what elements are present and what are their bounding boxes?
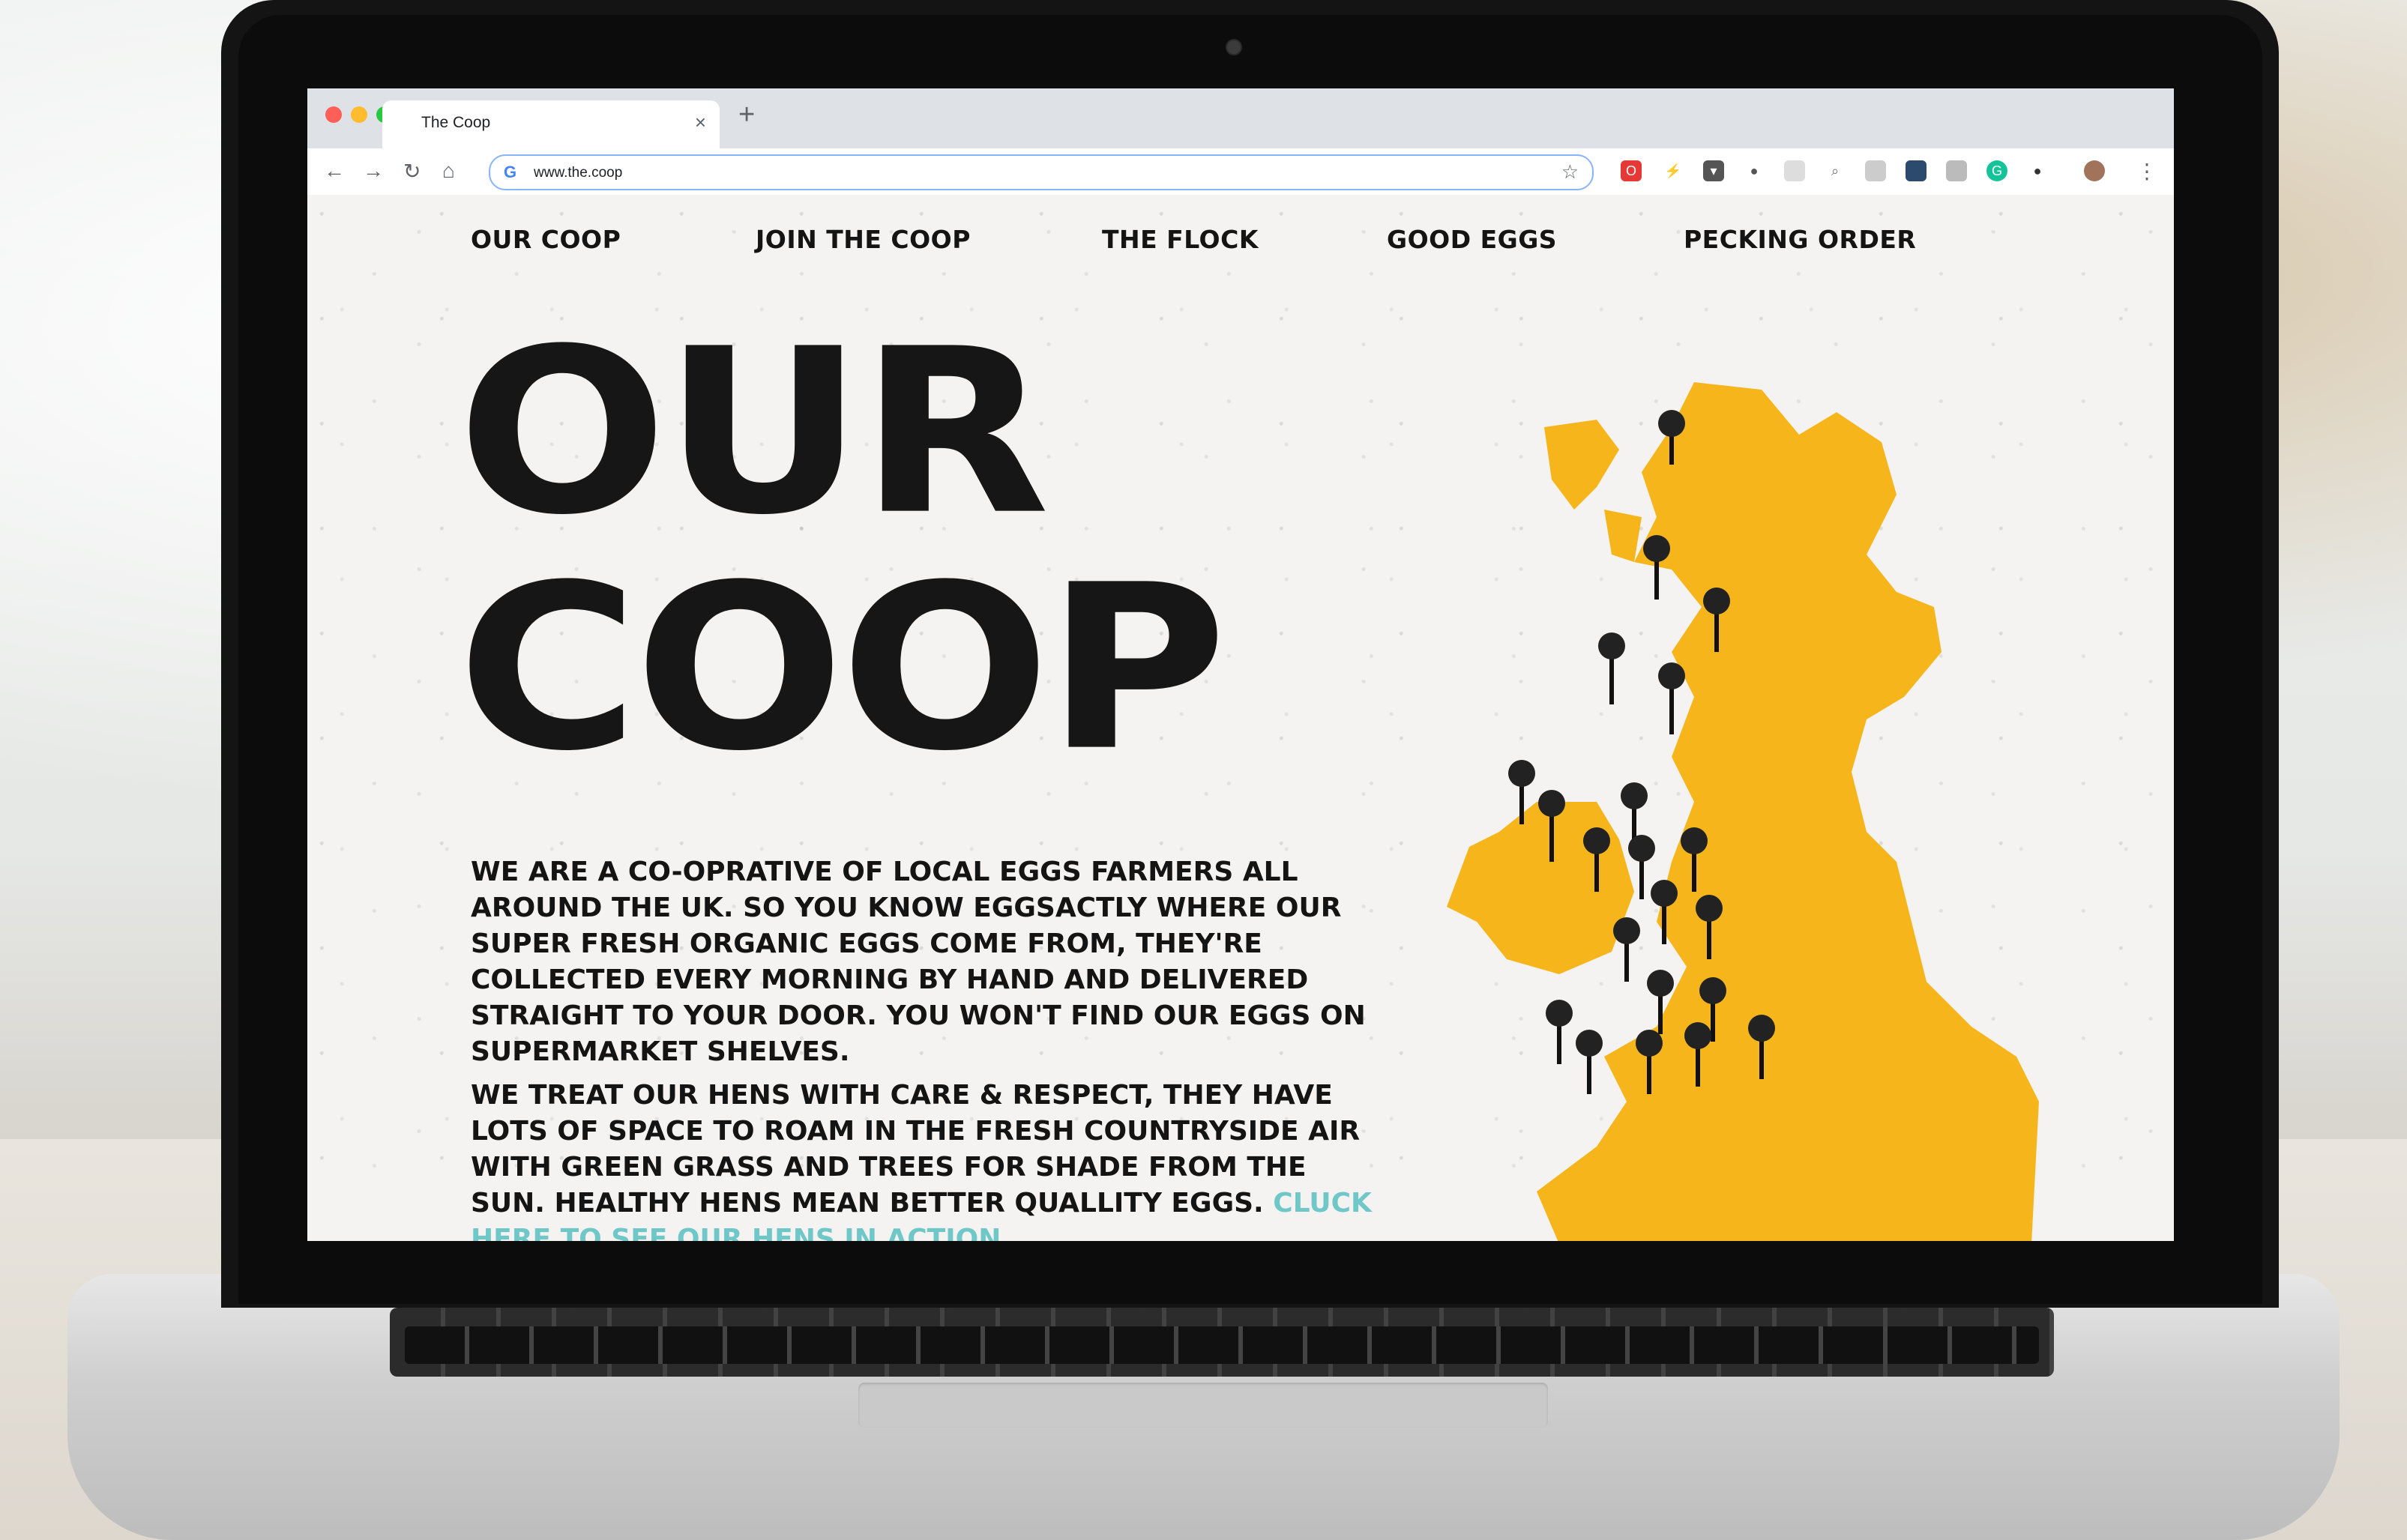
care-paragraph-text: We treat our hens with care & respect, t… xyxy=(471,1080,1361,1219)
forward-icon[interactable]: → xyxy=(363,159,384,183)
star-icon[interactable]: ☆ xyxy=(1561,160,1579,184)
browser-tab[interactable]: The Coop × xyxy=(382,100,720,148)
browser-toolbar: ← → ↻ ⌂ G www.the.coop ☆ O ⚡ ▾ ● ⌕ G ● ⋮ xyxy=(307,148,2174,196)
opera-extension-icon[interactable]: O xyxy=(1621,160,1642,181)
tab-title: The Coop xyxy=(421,114,491,131)
nav-good-eggs[interactable]: GOOD EGGS xyxy=(1387,225,1557,254)
browser-window: The Coop × + ← → ↻ ⌂ G www.the.coop ☆ O … xyxy=(307,88,2174,1241)
nav-join-the-coop[interactable]: JOIN THE COOP xyxy=(756,225,971,254)
map-pin-icon xyxy=(1613,917,1640,982)
window-close-button[interactable] xyxy=(325,106,342,123)
western-isles-shape xyxy=(1544,420,1619,510)
back-icon[interactable]: ← xyxy=(324,159,345,183)
hebrides-shape xyxy=(1604,510,1642,562)
profile-avatar[interactable] xyxy=(2084,160,2105,181)
nav-the-flock[interactable]: THE FLOCK xyxy=(1102,225,1259,254)
nav-pecking-order[interactable]: PECKING ORDER xyxy=(1684,225,1916,254)
care-paragraph: We treat our hens with care & respect, t… xyxy=(471,1078,1385,1241)
tab-close-icon[interactable]: × xyxy=(695,111,706,134)
nav-our-coop[interactable]: OUR COOP xyxy=(471,225,621,254)
google-icon: G xyxy=(504,163,517,181)
map-pin-icon xyxy=(1576,1030,1603,1094)
photo-extension-icon[interactable] xyxy=(1906,160,1926,181)
map-pin-icon xyxy=(1658,662,1685,734)
bulb-extension-icon[interactable]: ● xyxy=(1744,160,1765,181)
drop-extension-icon[interactable]: ● xyxy=(2027,160,2048,181)
ireland-shape xyxy=(1447,802,1634,974)
keyboard-keys xyxy=(405,1326,2039,1364)
reload-icon[interactable]: ↻ xyxy=(403,159,421,184)
map-pin-icon xyxy=(1546,1000,1573,1064)
new-tab-button[interactable]: + xyxy=(738,99,755,131)
home-icon[interactable]: ⌂ xyxy=(442,159,455,183)
webpage: OUR COOP JOIN THE COOP THE FLOCK GOOD EG… xyxy=(307,195,2174,1241)
map-pin-icon xyxy=(1598,632,1625,704)
url-text: www.the.coop xyxy=(534,165,623,181)
hero-title-line-1: OUR xyxy=(457,300,1050,565)
bolt-extension-icon[interactable]: ⚡ xyxy=(1663,160,1684,181)
pocket-extension-icon[interactable]: ▾ xyxy=(1703,160,1724,181)
hero-title-line-2: COOP xyxy=(457,536,1227,801)
chat-extension-icon[interactable] xyxy=(1865,160,1886,181)
grid-extension-icon[interactable] xyxy=(1784,160,1805,181)
tab-strip: The Coop × + xyxy=(307,88,2174,148)
address-bar[interactable]: G www.the.coop ☆ xyxy=(489,154,1594,190)
great-britain-shape xyxy=(1537,382,2039,1241)
window-minimize-button[interactable] xyxy=(351,106,367,123)
search-extension-icon[interactable]: ⌕ xyxy=(1825,160,1846,181)
menu-icon[interactable]: ⋮ xyxy=(2136,159,2157,184)
grammarly-extension-icon[interactable]: G xyxy=(1986,160,2007,181)
intro-paragraph: We are a co-oprative of local eggs farme… xyxy=(471,857,1366,1067)
trackpad xyxy=(858,1383,1548,1428)
window-extension-icon[interactable] xyxy=(1946,160,1967,181)
webcam xyxy=(1226,39,1242,55)
uk-map xyxy=(1447,382,2039,1241)
